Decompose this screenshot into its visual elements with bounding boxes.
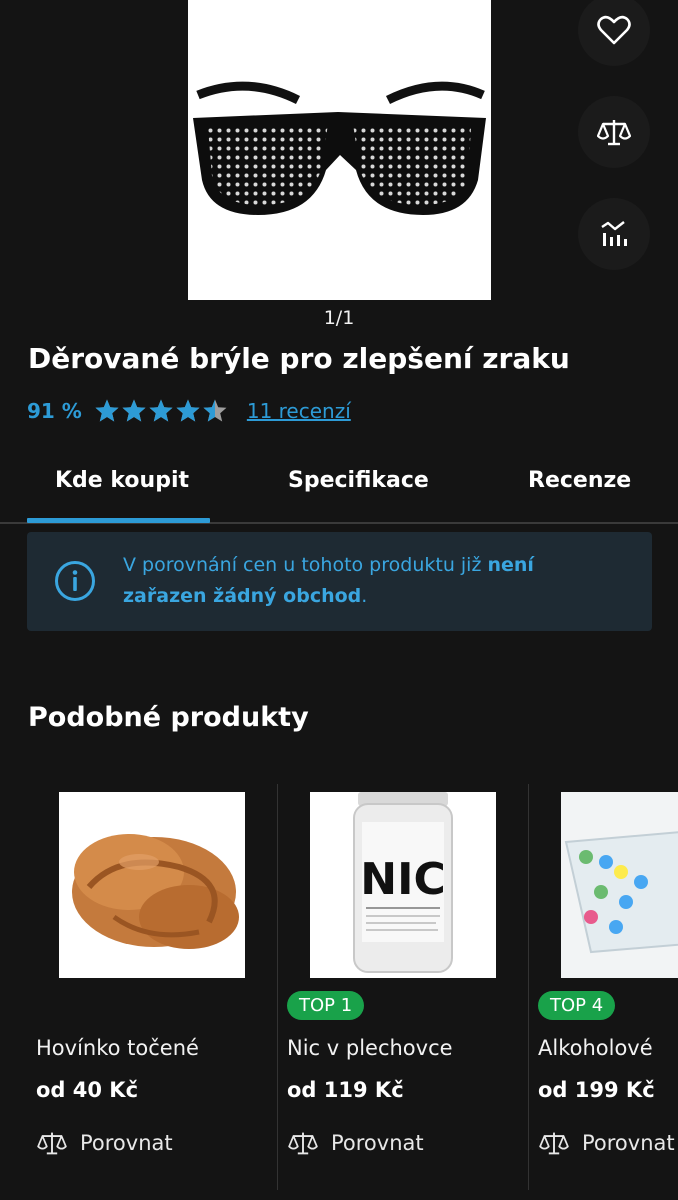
product-card-price: od 40 Kč — [36, 1078, 139, 1102]
compare-label: Porovnat — [582, 1131, 675, 1155]
info-icon — [55, 561, 95, 601]
price-history-button[interactable] — [578, 198, 650, 270]
product-card-name[interactable]: Nic v plechovce — [287, 1036, 453, 1060]
star-icon — [149, 399, 173, 422]
scales-icon — [37, 1132, 67, 1155]
rating-row: 91 % 11 recenzí — [27, 394, 351, 428]
rating-stars — [94, 398, 229, 424]
swirl-poop-image — [72, 834, 239, 949]
scales-icon — [597, 120, 631, 146]
active-tab-indicator — [27, 518, 210, 523]
tab-where-to-buy[interactable]: Kde koupit — [55, 468, 189, 493]
info-message: V porovnání cen u tohoto produktu již ne… — [123, 550, 623, 612]
favorite-button[interactable] — [578, 0, 650, 66]
top-badge: TOP 4 — [538, 991, 616, 1020]
info-text-before: V porovnání cen u tohoto produktu již — [123, 554, 488, 576]
product-card-price: od 119 Kč — [287, 1078, 404, 1102]
product-card-image[interactable] — [561, 792, 678, 978]
drinking-game-image — [561, 792, 678, 978]
similar-products-title: Podobné produkty — [28, 702, 309, 733]
nic-can-image: NIC — [353, 792, 453, 973]
compare-button[interactable]: Porovnat — [36, 1130, 173, 1156]
star-icon — [203, 399, 227, 422]
info-text-after: . — [361, 585, 368, 607]
chart-icon — [601, 221, 627, 246]
info-box: V porovnání cen u tohoto produktu již ne… — [27, 532, 652, 631]
reviews-link[interactable]: 11 recenzí — [247, 399, 351, 423]
product-card-name[interactable]: Hovínko točené — [36, 1036, 199, 1060]
compare-button[interactable] — [578, 96, 650, 168]
tab-reviews[interactable]: Recenze — [528, 468, 631, 493]
product-card-image[interactable] — [59, 792, 245, 978]
scales-icon — [539, 1132, 569, 1155]
product-image[interactable] — [188, 0, 491, 300]
product-card-image[interactable]: NIC — [310, 792, 496, 978]
image-counter: 1/1 — [323, 307, 355, 329]
star-icon — [122, 399, 146, 422]
compare-label: Porovnat — [80, 1131, 173, 1155]
heart-icon — [597, 15, 631, 45]
star-icon — [176, 399, 200, 422]
nic-label: NIC — [360, 854, 446, 905]
pinhole-glasses-image — [193, 81, 486, 215]
tab-specifications[interactable]: Specifikace — [288, 468, 429, 493]
product-card[interactable]: Hovínko točené od 40 Kč Porovnat — [27, 784, 278, 1190]
product-tabs: Kde koupit Specifikace Recenze — [0, 458, 678, 524]
product-card[interactable]: TOP 4 Alkoholové od 199 Kč Porovnat — [529, 784, 678, 1190]
compare-label: Porovnat — [331, 1131, 424, 1155]
product-card-price: od 199 Kč — [538, 1078, 655, 1102]
product-card-name[interactable]: Alkoholové — [538, 1036, 653, 1060]
compare-button[interactable]: Porovnat — [287, 1130, 424, 1156]
similar-products-carousel[interactable]: Hovínko točené od 40 Kč Porovnat NIC TOP… — [0, 784, 678, 1190]
star-icon — [95, 399, 119, 422]
scales-icon — [288, 1132, 318, 1155]
top-badge: TOP 1 — [287, 991, 365, 1020]
product-card[interactable]: NIC TOP 1 Nic v plechovce od 119 Kč Poro… — [278, 784, 529, 1190]
product-title: Děrované brýle pro zlepšení zraku — [28, 342, 570, 375]
compare-button[interactable]: Porovnat — [538, 1130, 675, 1156]
rating-percent: 91 % — [27, 399, 82, 423]
